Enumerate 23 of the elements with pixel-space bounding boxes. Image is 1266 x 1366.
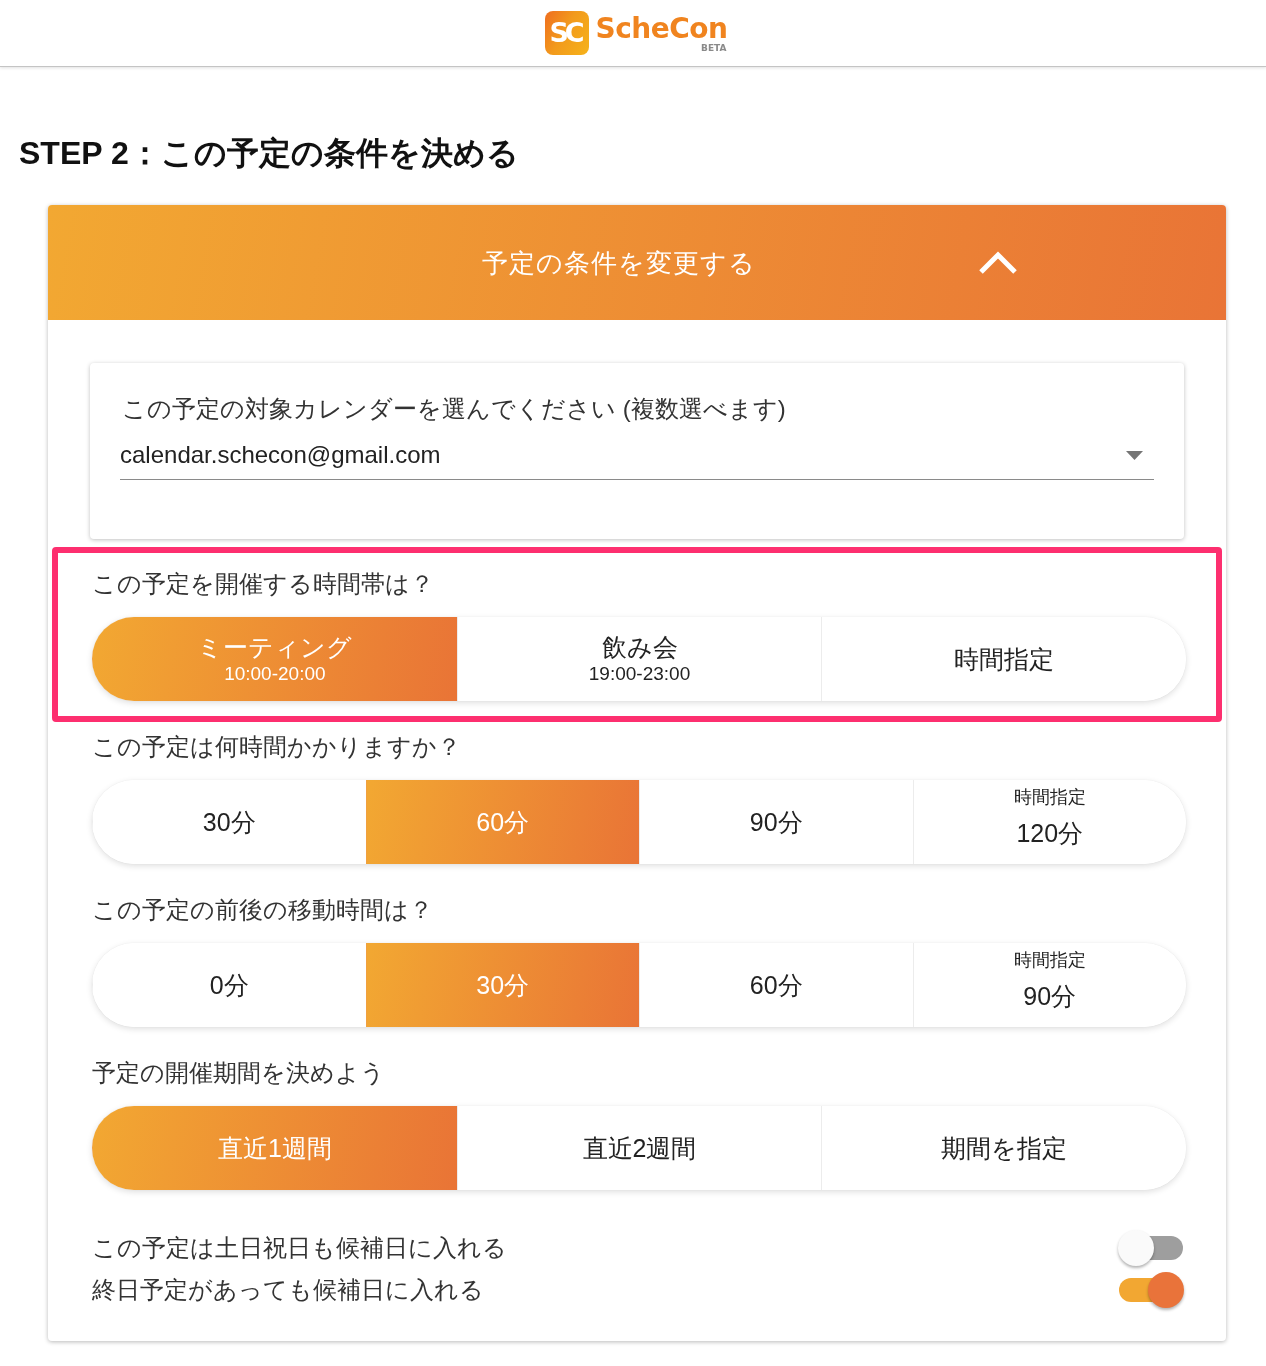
option-button[interactable]: 30分	[92, 780, 366, 864]
question-label: この予定を開催する時間帯は？	[92, 569, 435, 599]
option-button[interactable]: 60分	[639, 943, 913, 1027]
toggle-label: この予定は土日祝日も候補日に入れる	[92, 1233, 507, 1263]
chevron-up-icon[interactable]	[978, 250, 1018, 275]
question-label: この予定は何時間かかりますか？	[92, 732, 462, 762]
page-title: STEP 2：この予定の条件を決める	[19, 134, 520, 173]
toggle-label: 終日予定があっても候補日に入れる	[92, 1275, 484, 1305]
beta-label: BETA	[701, 42, 727, 53]
calendar-select[interactable]: この予定の対象カレンダーを選んでください (複数選べます) calendar.schecon@gmail.com	[120, 392, 1154, 480]
toggle-switch[interactable]	[1118, 1230, 1184, 1266]
option-button[interactable]: 0分	[92, 943, 366, 1027]
option-button[interactable]: 直近2週間	[456, 1106, 822, 1190]
option-button[interactable]: 時間指定 90分	[912, 943, 1186, 1027]
option-button[interactable]: 期間を指定	[821, 1106, 1186, 1190]
dropdown-caret-icon[interactable]	[1126, 450, 1143, 460]
option-button[interactable]: 時間指定	[821, 617, 1186, 701]
option-button[interactable]: 飲み会 19:00-23:00	[456, 617, 822, 701]
option-button[interactable]: 90分	[639, 780, 913, 864]
question-label: この予定の前後の移動時間は？	[92, 895, 434, 925]
question-label: 予定の開催期間を決めよう	[92, 1058, 386, 1088]
toggle-switch[interactable]	[1118, 1272, 1184, 1308]
option-button[interactable]: 時間指定 120分	[912, 780, 1186, 864]
